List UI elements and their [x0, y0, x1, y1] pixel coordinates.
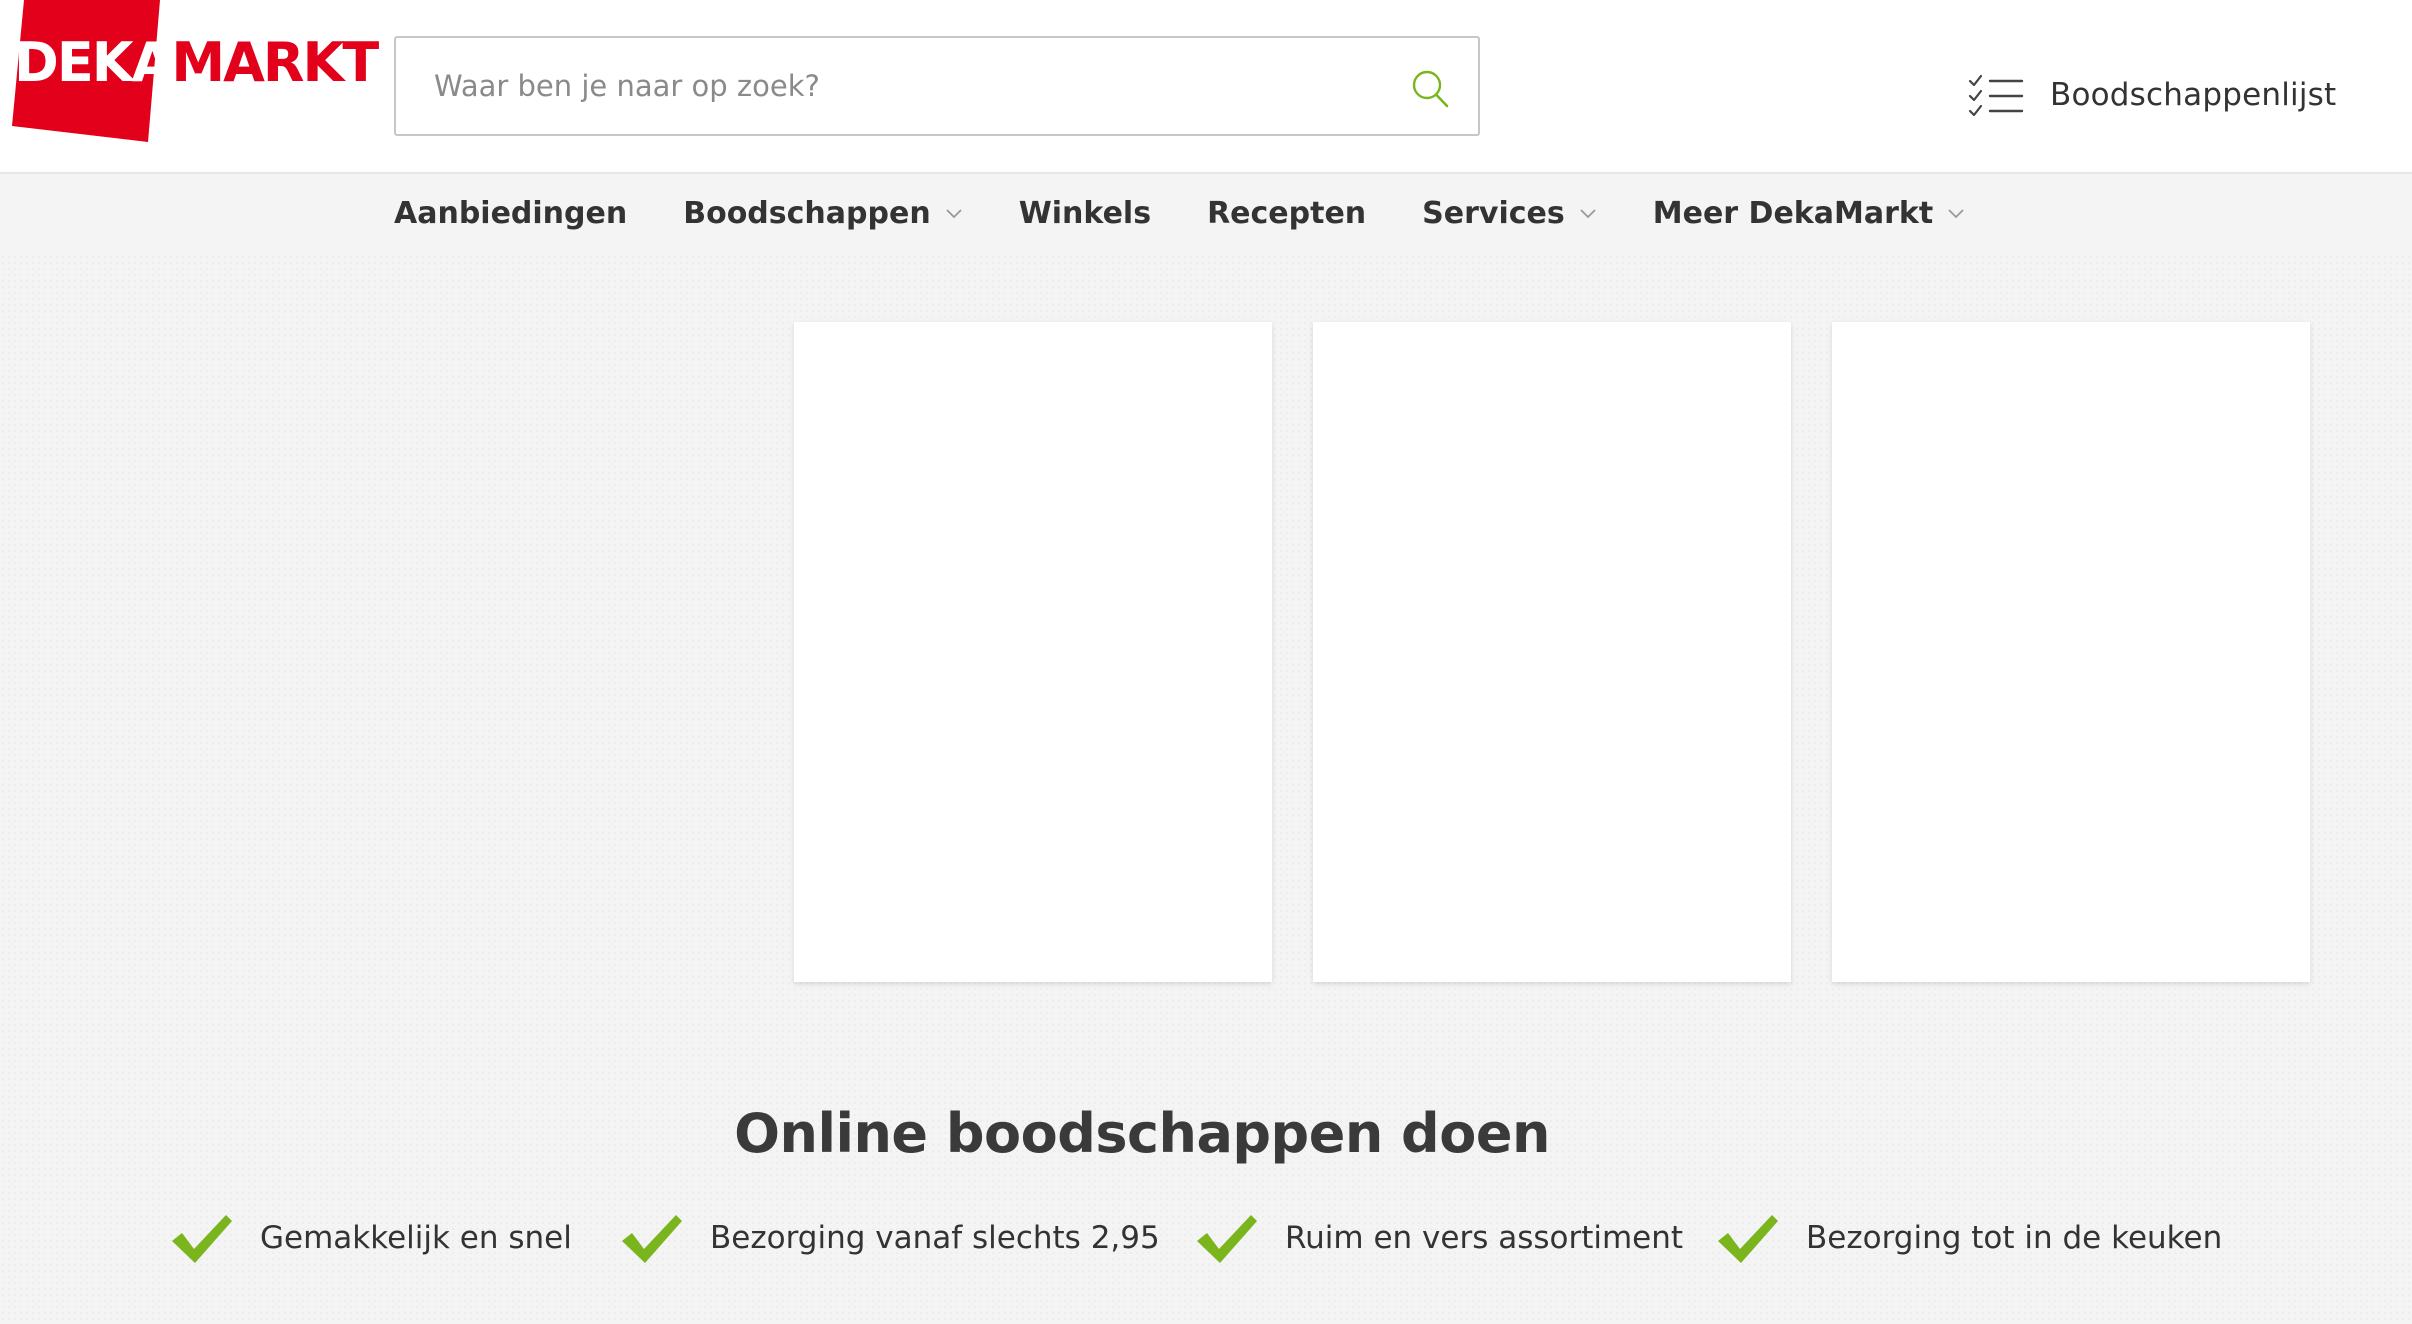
nav-item-label: Services: [1422, 195, 1565, 231]
main-navigation: Aanbiedingen Boodschappen Winkels Recept…: [394, 190, 2021, 236]
logo-text-markt: MARKT: [171, 31, 379, 94]
shopping-list-link[interactable]: Boodschappenlijst: [1968, 70, 2336, 120]
nav-item-label: Recepten: [1207, 195, 1367, 231]
promo-card[interactable]: [1313, 322, 1791, 982]
checkmark-icon: [172, 1215, 232, 1263]
promo-card[interactable]: [794, 322, 1272, 982]
search-input[interactable]: [432, 38, 1392, 134]
nav-item-label: Meer DekaMarkt: [1652, 195, 1934, 231]
logo-text-deka: DEKA: [14, 31, 173, 94]
nav-item-label: Boodschappen: [683, 195, 931, 231]
main-content: Online boodschappen doen Gemakkelijk en …: [0, 254, 2412, 1324]
logo-wordmark: DEKAMARKT: [14, 36, 379, 90]
nav-item-winkels[interactable]: Winkels: [1019, 196, 1151, 231]
checkmark-icon: [1718, 1215, 1778, 1263]
nav-item-boodschappen[interactable]: Boodschappen: [683, 196, 962, 231]
dekamarkt-logo[interactable]: DEKAMARKT: [12, 0, 379, 142]
promo-card[interactable]: [1832, 322, 2310, 982]
checkmark-icon: [622, 1215, 682, 1263]
nav-item-meer-dekamarkt[interactable]: Meer DekaMarkt: [1653, 196, 1965, 231]
chevron-down-icon: [1948, 209, 1964, 219]
shopping-list-label: Boodschappenlijst: [2050, 77, 2337, 113]
usp-label: Ruim en vers assortiment: [1285, 1220, 1684, 1256]
chevron-down-icon: [946, 209, 962, 219]
usp-item: Bezorging tot in de keuken: [1716, 1208, 2222, 1268]
usp-item: Gemakkelijk en snel: [170, 1208, 572, 1268]
nav-item-label: Aanbiedingen: [394, 195, 628, 231]
usp-label: Bezorging vanaf slechts 2,95: [710, 1220, 1160, 1256]
search-bar: [394, 36, 1480, 136]
usp-item: Bezorging vanaf slechts 2,95: [620, 1208, 1160, 1268]
site-header: DEKAMARKT Boodschappenlijst: [0, 0, 2412, 174]
checkmark-icon: [1197, 1215, 1257, 1263]
nav-item-services[interactable]: Services: [1422, 196, 1597, 231]
section-title: Online boodschappen doen: [734, 1102, 1550, 1165]
nav-item-recepten[interactable]: Recepten: [1207, 196, 1366, 231]
usp-label: Gemakkelijk en snel: [260, 1220, 572, 1256]
nav-item-aanbiedingen[interactable]: Aanbiedingen: [394, 196, 627, 231]
nav-item-label: Winkels: [1018, 195, 1152, 231]
checklist-icon: [1968, 74, 2024, 117]
usp-item: Ruim en vers assortiment: [1195, 1208, 1683, 1268]
usp-list: Gemakkelijk en snel Bezorging vanaf slec…: [0, 1208, 2412, 1268]
search-icon[interactable]: [1410, 68, 1450, 110]
chevron-down-icon: [1580, 209, 1596, 219]
usp-label: Bezorging tot in de keuken: [1806, 1220, 2223, 1256]
